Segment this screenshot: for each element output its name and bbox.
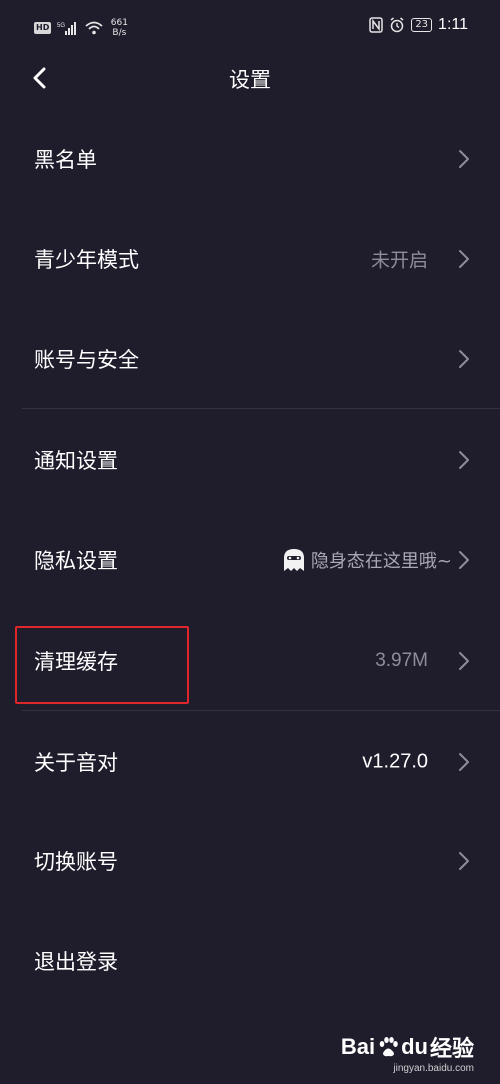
section-divider (22, 710, 500, 711)
settings-item-label: 通知设置 (34, 449, 118, 473)
settings-item-notifications[interactable]: 通知设置 (0, 410, 500, 510)
status-left: HD 5G 661 B/s (34, 18, 129, 38)
alarm-icon (390, 17, 404, 33)
watermark-url: jingyan.baidu.com (393, 1063, 474, 1074)
logo-subtitle: 经验 (429, 1036, 474, 1061)
teen-mode-status: 未开启 (370, 250, 428, 272)
settings-item-blacklist[interactable]: 黑名单 (0, 109, 500, 209)
settings-item-about[interactable]: 关于音对 v1.27.0 (0, 712, 500, 812)
settings-item-label: 账号与安全 (34, 348, 139, 372)
chevron-right-icon (459, 551, 469, 569)
settings-item-label: 关于音对 (34, 751, 118, 775)
settings-item-label: 黑名单 (34, 148, 97, 172)
logo-text-right: du (401, 1034, 428, 1059)
chevron-right-icon (459, 852, 469, 870)
nav-bar: 设置 (0, 56, 500, 102)
cache-size: 3.97M (375, 650, 428, 671)
paw-icon (379, 1037, 398, 1057)
chevron-right-icon (459, 350, 469, 368)
speed-unit: B/s (112, 28, 127, 38)
speed-value: 661 (110, 18, 128, 28)
settings-item-switch-account[interactable]: 切换账号 (0, 811, 500, 911)
ghost-icon (283, 549, 304, 571)
clock: 1:11 (438, 16, 468, 33)
chevron-right-icon (459, 451, 469, 469)
signal-icon: 5G (57, 22, 77, 35)
hd-badge: HD (34, 22, 52, 34)
baidu-logo: Bai du 经验 (341, 1031, 474, 1063)
privacy-hint-text: 隐身态在这里哦~ (310, 551, 452, 572)
chevron-right-icon (459, 150, 469, 168)
section-divider (22, 408, 500, 409)
logo-text-left: Bai (340, 1034, 376, 1059)
battery-indicator: 23 (411, 18, 433, 32)
wifi-icon (85, 21, 103, 35)
app-version: v1.27.0 (362, 750, 428, 773)
page-title: 设置 (229, 68, 271, 92)
status-right: 23 1:11 (369, 16, 468, 34)
network-speed: 661 B/s (109, 18, 129, 38)
highlight-annotation-box (15, 626, 189, 704)
settings-item-label: 退出登录 (34, 950, 118, 974)
baidu-watermark: Bai du 经验 jingyan.baidu.com (341, 1031, 474, 1074)
privacy-hint: 隐身态在这里哦~ (281, 547, 452, 573)
chevron-right-icon (459, 250, 469, 268)
settings-item-label: 隐私设置 (34, 549, 118, 573)
settings-item-teen-mode[interactable]: 青少年模式 未开启 (0, 209, 500, 309)
status-bar: HD 5G 661 B/s 23 1:11 (0, 0, 500, 56)
nfc-icon (369, 17, 384, 33)
chevron-right-icon (459, 652, 469, 670)
chevron-right-icon (459, 753, 469, 771)
settings-item-label: 切换账号 (34, 850, 118, 874)
network-type-label: 5G (57, 23, 65, 29)
settings-item-logout[interactable]: 退出登录 (0, 911, 500, 1011)
settings-item-account-security[interactable]: 账号与安全 (0, 309, 500, 409)
settings-item-privacy[interactable]: 隐私设置 隐身态在这里哦~ (0, 510, 500, 610)
settings-item-label: 青少年模式 (34, 248, 139, 272)
